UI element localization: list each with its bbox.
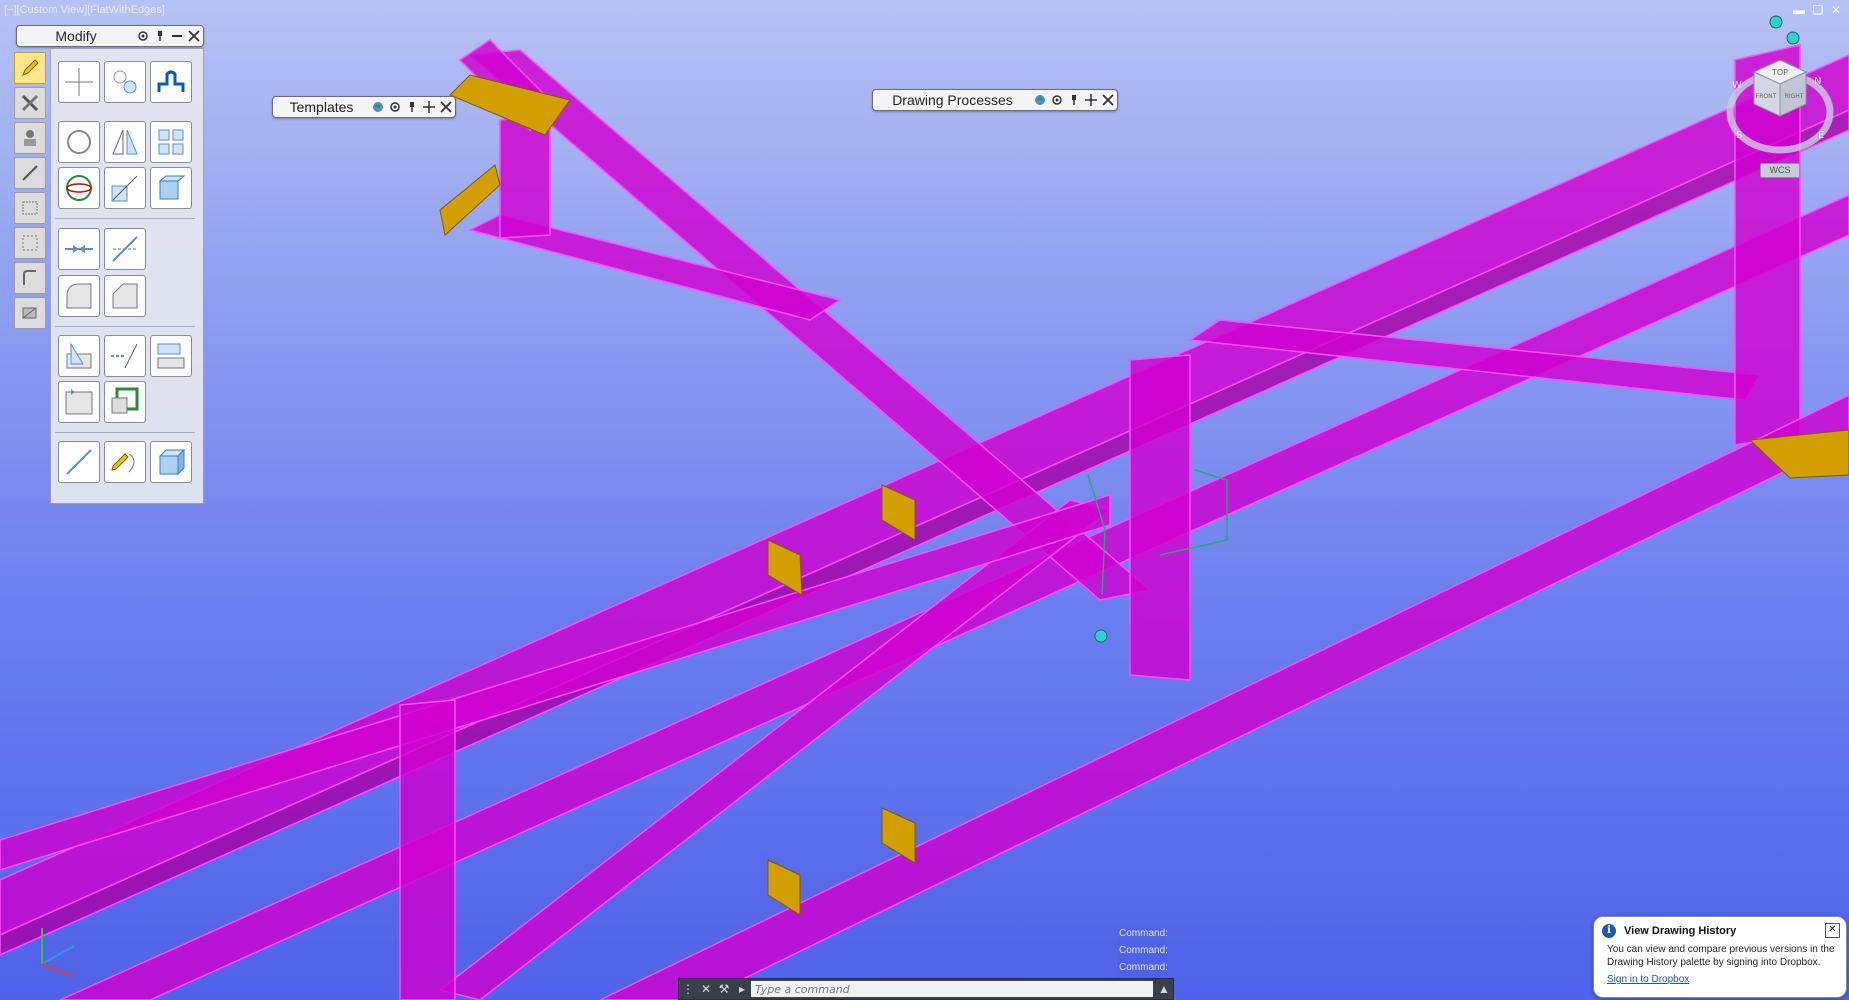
compass-w-label: W (1732, 80, 1742, 91)
gear-icon[interactable] (1049, 92, 1065, 108)
drawing-processes-palette-header[interactable]: Drawing Processes (872, 89, 1118, 111)
slice-icon[interactable] (58, 335, 100, 377)
close-icon[interactable] (438, 99, 454, 115)
fillet-icon[interactable] (58, 275, 100, 317)
column-center (1129, 354, 1191, 681)
rotate-icon[interactable] (58, 121, 100, 163)
clip-plate-3 (767, 859, 801, 916)
command-history: Command: Command: Command: (1117, 928, 1168, 979)
tool-separator (55, 326, 195, 327)
templates-palette-title: Templates (289, 99, 354, 115)
templates-palette-header[interactable]: Templates (272, 96, 456, 118)
stretch-icon[interactable] (58, 381, 100, 423)
globe-icon[interactable] (370, 99, 386, 115)
array-icon[interactable] (150, 121, 192, 163)
tool-separator (55, 218, 195, 219)
user-icon[interactable] (14, 122, 46, 154)
gear-icon[interactable] (387, 99, 403, 115)
align-icon[interactable] (150, 335, 192, 377)
viewcube[interactable]: TOP FRONT RIGHT N E S W (1722, 48, 1838, 164)
globe-icon[interactable] (1032, 92, 1048, 108)
column-left (399, 699, 456, 1000)
close-icon[interactable]: ✕ (1829, 3, 1843, 17)
tools-icon[interactable] (14, 87, 46, 119)
bolt (1786, 31, 1800, 45)
command-history-line: Command: (1117, 945, 1168, 962)
bolt (1769, 15, 1783, 29)
restore-icon[interactable]: ❏ (1811, 3, 1825, 17)
notification-body: You can view and compare previous versio… (1607, 944, 1835, 968)
collapse-icon[interactable] (169, 28, 185, 44)
bolt (1094, 629, 1108, 643)
command-input[interactable] (751, 981, 1153, 997)
selection-icon[interactable] (14, 227, 46, 259)
pencil-icon[interactable] (14, 52, 46, 84)
rectangle-icon[interactable] (14, 192, 46, 224)
viewcube-right-label: RIGHT (1785, 93, 1804, 100)
sign-in-link[interactable]: Sign in to Dropbox (1607, 974, 1689, 985)
copy-icon[interactable] (104, 61, 146, 103)
viewport-label[interactable]: [−][Custom View][FlatWithEdges] (4, 4, 165, 16)
ucs-icon (34, 918, 84, 978)
close-icon[interactable]: ✕ (697, 980, 715, 998)
steel-frame-model (0, 15, 1849, 1000)
drawing-processes-palette-title: Drawing Processes (892, 92, 1013, 108)
modify-palette-title: Modify (55, 28, 97, 44)
chevron-up-icon[interactable]: ▲ (1155, 980, 1173, 998)
pin-icon[interactable] (1066, 92, 1082, 108)
compass-s-label: S (1736, 130, 1742, 141)
command-history-line: Command: (1117, 928, 1168, 945)
grip-icon[interactable]: ⋮ (679, 980, 697, 998)
scale-icon[interactable] (104, 167, 146, 209)
close-icon[interactable] (186, 28, 202, 44)
sketch-icon[interactable] (104, 441, 146, 483)
pin-icon[interactable] (152, 28, 168, 44)
compass-n-label: N (1814, 76, 1821, 87)
modify-palette-header[interactable]: Modify (16, 25, 204, 47)
notification-title: View Drawing History (1624, 925, 1737, 937)
polyline-edit-icon[interactable] (58, 441, 100, 483)
tool-separator (55, 432, 195, 433)
close-icon[interactable] (1100, 92, 1116, 108)
mirror-icon[interactable] (104, 121, 146, 163)
model-viewport[interactable] (0, 0, 1849, 1000)
close-icon[interactable]: ✕ (1825, 923, 1840, 938)
boundary-icon[interactable] (104, 381, 146, 423)
main-beam (0, 54, 1849, 936)
minimize-icon[interactable]: ▬ (1792, 3, 1806, 17)
3d-rotate-icon[interactable] (58, 167, 100, 209)
extend-icon[interactable] (104, 335, 146, 377)
join-icon[interactable] (58, 228, 100, 270)
solid-edit-icon[interactable] (150, 441, 192, 483)
modify-left-strip (14, 52, 48, 332)
move-handle-icon[interactable] (1083, 92, 1099, 108)
curve-icon[interactable] (14, 262, 46, 294)
3d-array-icon[interactable] (150, 167, 192, 209)
wrench-icon[interactable]: ⚒ (715, 980, 733, 998)
line-icon[interactable] (14, 157, 46, 189)
command-line: ⋮ ✕ ⚒ ▸ ▲ (678, 978, 1174, 1000)
info-icon: i (1602, 924, 1616, 938)
layers-icon[interactable] (14, 297, 46, 329)
break-icon[interactable] (104, 228, 146, 270)
viewcube-front-label: FRONT (1756, 93, 1777, 100)
offset-icon[interactable] (150, 61, 192, 103)
wcs-menu[interactable]: WCS (1760, 163, 1800, 178)
gear-icon[interactable] (135, 28, 151, 44)
move-handle-icon[interactable] (421, 99, 437, 115)
viewcube-top-label: TOP (1771, 68, 1788, 77)
compass-e-label: E (1818, 130, 1824, 141)
chamfer-icon[interactable] (104, 275, 146, 317)
move-icon[interactable] (58, 61, 100, 103)
command-history-line: Command: (1117, 962, 1168, 979)
drawing-history-notification: i View Drawing History ✕ You can view an… (1593, 916, 1847, 998)
pin-icon[interactable] (404, 99, 420, 115)
command-prompt-icon[interactable]: ▸ (733, 980, 751, 998)
